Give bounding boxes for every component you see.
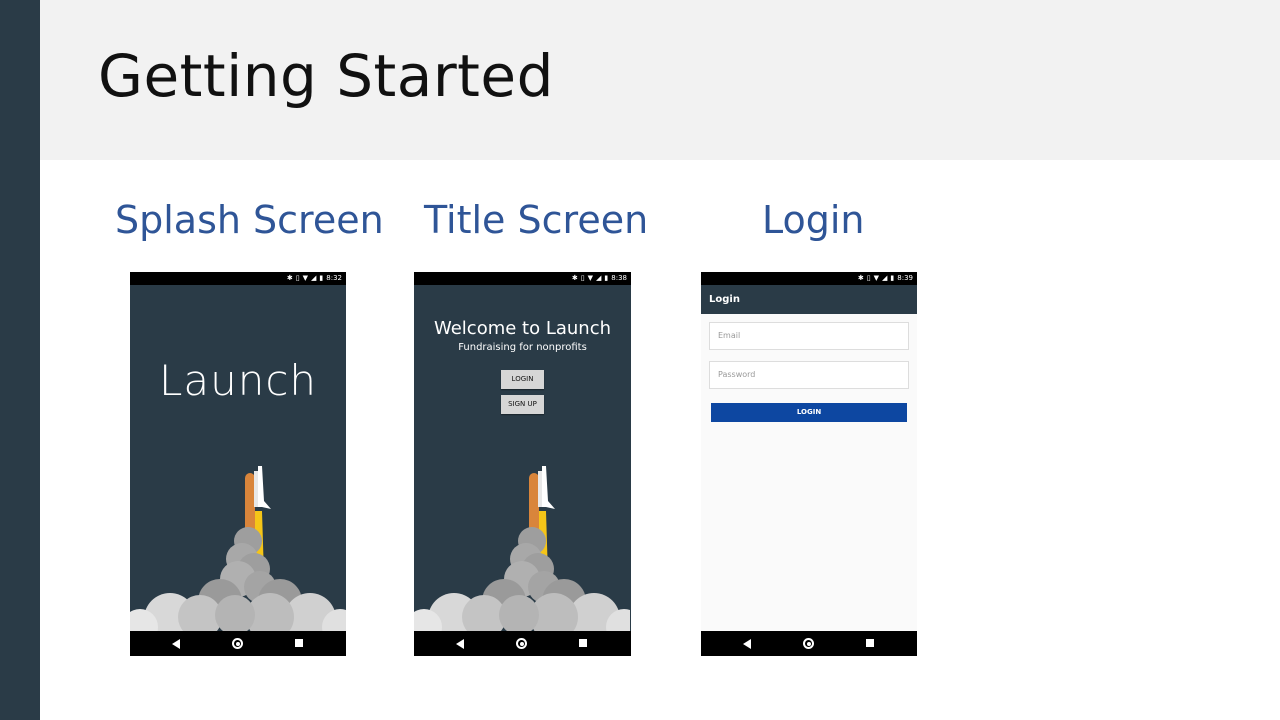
signal-icon: ◢ <box>311 274 317 282</box>
rocket-launch-illustration <box>414 466 630 631</box>
caption-login: Login <box>762 198 865 242</box>
app-bar-title: Login <box>701 285 917 314</box>
app-name-launch: Launch <box>158 356 318 405</box>
bluetooth-icon: ✱ <box>571 274 578 282</box>
login-submit-button[interactable]: LOGIN <box>711 403 907 422</box>
password-field[interactable]: Password <box>709 361 909 389</box>
vibrate-icon: ▯ <box>866 274 871 282</box>
vibrate-icon: ▯ <box>295 274 300 282</box>
welcome-subtitle: Fundraising for nonprofits <box>458 342 587 353</box>
login-button[interactable]: LOGIN <box>501 370 544 389</box>
recent-apps-icon[interactable] <box>866 639 874 647</box>
back-icon[interactable] <box>456 639 464 649</box>
wifi-icon: ▼ <box>587 274 594 282</box>
android-nav-bar <box>701 631 917 656</box>
signal-icon: ◢ <box>596 274 602 282</box>
status-time: 8:32 <box>326 274 342 282</box>
home-icon[interactable] <box>803 638 814 649</box>
status-time: 8:39 <box>897 274 913 282</box>
android-nav-bar <box>130 631 346 656</box>
email-field[interactable]: Email <box>709 322 909 350</box>
wifi-icon: ▼ <box>873 274 880 282</box>
home-icon[interactable] <box>516 638 527 649</box>
status-bar: ✱ ▯ ▼ ◢ ▮ 8:32 <box>130 272 346 285</box>
slide-title: Getting Started <box>98 42 554 110</box>
vibrate-icon: ▯ <box>580 274 585 282</box>
bluetooth-icon: ✱ <box>286 274 293 282</box>
caption-title-screen: Title Screen <box>424 198 649 242</box>
recent-apps-icon[interactable] <box>579 639 587 647</box>
home-icon[interactable] <box>232 638 243 649</box>
caption-splash-screen: Splash Screen <box>115 198 384 242</box>
welcome-title: Welcome to Launch <box>433 318 612 339</box>
status-time: 8:38 <box>611 274 627 282</box>
back-icon[interactable] <box>743 639 751 649</box>
battery-icon: ▮ <box>890 274 895 282</box>
login-screen-phone: ✱ ▯ ▼ ◢ ▮ 8:39 Login Email Password LOGI… <box>701 272 917 656</box>
left-accent-bar <box>0 0 40 720</box>
splash-screen-phone: ✱ ▯ ▼ ◢ ▮ 8:32 Launch <box>130 272 346 656</box>
battery-icon: ▮ <box>319 274 324 282</box>
rocket-launch-illustration <box>130 466 346 631</box>
sign-up-button[interactable]: SIGN UP <box>501 395 544 414</box>
back-icon[interactable] <box>172 639 180 649</box>
wifi-icon: ▼ <box>302 274 309 282</box>
signal-icon: ◢ <box>882 274 888 282</box>
status-bar: ✱ ▯ ▼ ◢ ▮ 8:38 <box>414 272 631 285</box>
recent-apps-icon[interactable] <box>295 639 303 647</box>
bluetooth-icon: ✱ <box>857 274 864 282</box>
battery-icon: ▮ <box>604 274 609 282</box>
title-screen-phone: ✱ ▯ ▼ ◢ ▮ 8:38 Welcome to Launch Fundrai… <box>414 272 631 656</box>
status-bar: ✱ ▯ ▼ ◢ ▮ 8:39 <box>701 272 917 285</box>
android-nav-bar <box>414 631 631 656</box>
